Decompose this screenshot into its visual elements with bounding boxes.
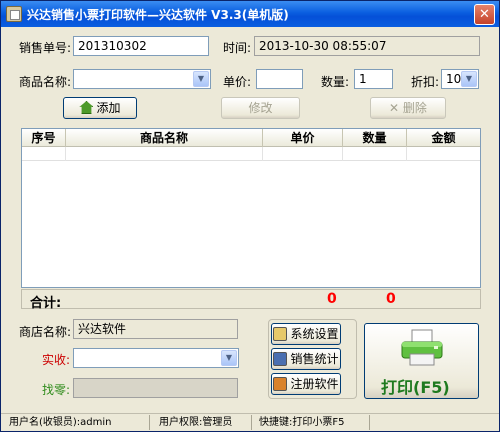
chevron-down-icon[interactable]: ▼ bbox=[461, 71, 477, 87]
register-button-label: 注册软件 bbox=[290, 377, 339, 391]
received-label: 实收: bbox=[42, 353, 71, 367]
total-quantity: 0 bbox=[327, 291, 337, 307]
stats-icon bbox=[273, 352, 288, 366]
table-cell bbox=[22, 147, 66, 161]
product-label: 商品名称: bbox=[19, 75, 72, 89]
window-title: 兴达销售小票打印软件—兴达软件 V3.3(单机版) bbox=[27, 8, 289, 22]
add-button-label: 添加 bbox=[96, 101, 121, 115]
sale-no-label: 销售单号: bbox=[19, 41, 72, 55]
qty-label: 数量: bbox=[321, 75, 350, 89]
title-bar[interactable]: 兴达销售小票打印软件—兴达软件 V3.3(单机版) ✕ bbox=[1, 1, 499, 27]
add-button[interactable]: 添加 bbox=[63, 97, 137, 119]
table-cell bbox=[343, 147, 407, 161]
totals-bar: 合计: 0 0 bbox=[21, 289, 481, 311]
status-divider bbox=[369, 415, 370, 430]
status-divider bbox=[251, 415, 252, 430]
printer-icon bbox=[401, 329, 443, 366]
discount-label: 折扣: bbox=[411, 75, 440, 89]
price-field[interactable] bbox=[256, 69, 303, 89]
edit-button[interactable]: 修改 bbox=[221, 97, 300, 119]
delete-x-icon: ✕ bbox=[389, 101, 403, 115]
sale-no-field[interactable]: 201310302 bbox=[73, 36, 209, 56]
column-header[interactable]: 单价 bbox=[263, 129, 343, 147]
chevron-down-icon[interactable]: ▼ bbox=[193, 71, 209, 87]
settings-button[interactable]: 系统设置 bbox=[271, 323, 341, 345]
status-bar: 用户名(收银员):admin 用户权限:管理员 快捷键:打印小票F5 bbox=[1, 413, 499, 431]
column-header[interactable]: 商品名称 bbox=[66, 129, 263, 147]
time-label: 时间: bbox=[223, 41, 252, 55]
qty-field[interactable]: 1 bbox=[354, 69, 393, 89]
status-user: 用户名(收银员):admin bbox=[9, 417, 112, 428]
status-divider bbox=[149, 415, 150, 430]
discount-combo[interactable]: 10 ▼ bbox=[441, 69, 479, 89]
print-button[interactable]: 打印(F5) bbox=[364, 323, 479, 399]
received-combo[interactable]: ▼ bbox=[73, 348, 239, 368]
status-role: 用户权限:管理员 bbox=[159, 417, 233, 428]
table-cell bbox=[263, 147, 343, 161]
column-header[interactable]: 金额 bbox=[407, 129, 480, 147]
table-cell bbox=[407, 147, 480, 161]
document-icon bbox=[6, 6, 22, 22]
home-add-icon bbox=[79, 101, 94, 114]
stats-button[interactable]: 销售统计 bbox=[271, 348, 341, 370]
register-button[interactable]: 注册软件 bbox=[271, 373, 341, 395]
print-button-label: 打印(F5) bbox=[381, 378, 450, 397]
delete-button-label: 删除 bbox=[402, 101, 427, 115]
change-field bbox=[73, 378, 238, 398]
table-row[interactable] bbox=[22, 147, 480, 161]
close-button[interactable]: ✕ bbox=[474, 4, 495, 25]
edit-button-label: 修改 bbox=[248, 101, 273, 115]
column-header[interactable]: 数量 bbox=[343, 129, 407, 147]
settings-icon bbox=[273, 327, 288, 341]
main-window: 兴达销售小票打印软件—兴达软件 V3.3(单机版) ✕ 销售单号: 201310… bbox=[0, 0, 500, 432]
change-label: 找零: bbox=[42, 383, 71, 397]
discount-value: 10 bbox=[446, 72, 462, 86]
table-header: 序号 商品名称 单价 数量 金额 bbox=[22, 129, 480, 147]
status-shortcut: 快捷键:打印小票F5 bbox=[259, 417, 345, 428]
product-combo[interactable]: ▼ bbox=[73, 69, 211, 89]
settings-button-label: 系统设置 bbox=[290, 327, 339, 341]
stats-button-label: 销售统计 bbox=[290, 352, 339, 366]
column-header[interactable]: 序号 bbox=[22, 129, 66, 147]
delete-button[interactable]: ✕ 删除 bbox=[370, 97, 446, 119]
shop-label: 商店名称: bbox=[19, 325, 72, 339]
close-icon: ✕ bbox=[479, 7, 490, 22]
table-cell bbox=[66, 147, 263, 161]
chevron-down-icon[interactable]: ▼ bbox=[221, 350, 237, 366]
items-table[interactable]: 序号 商品名称 单价 数量 金额 bbox=[21, 128, 481, 288]
price-label: 单价: bbox=[223, 75, 252, 89]
total-label: 合计: bbox=[30, 296, 62, 311]
shop-field: 兴达软件 bbox=[73, 319, 238, 339]
time-field: 2013-10-30 08:55:07 bbox=[254, 36, 480, 56]
total-amount: 0 bbox=[386, 291, 396, 307]
register-icon bbox=[273, 377, 288, 391]
